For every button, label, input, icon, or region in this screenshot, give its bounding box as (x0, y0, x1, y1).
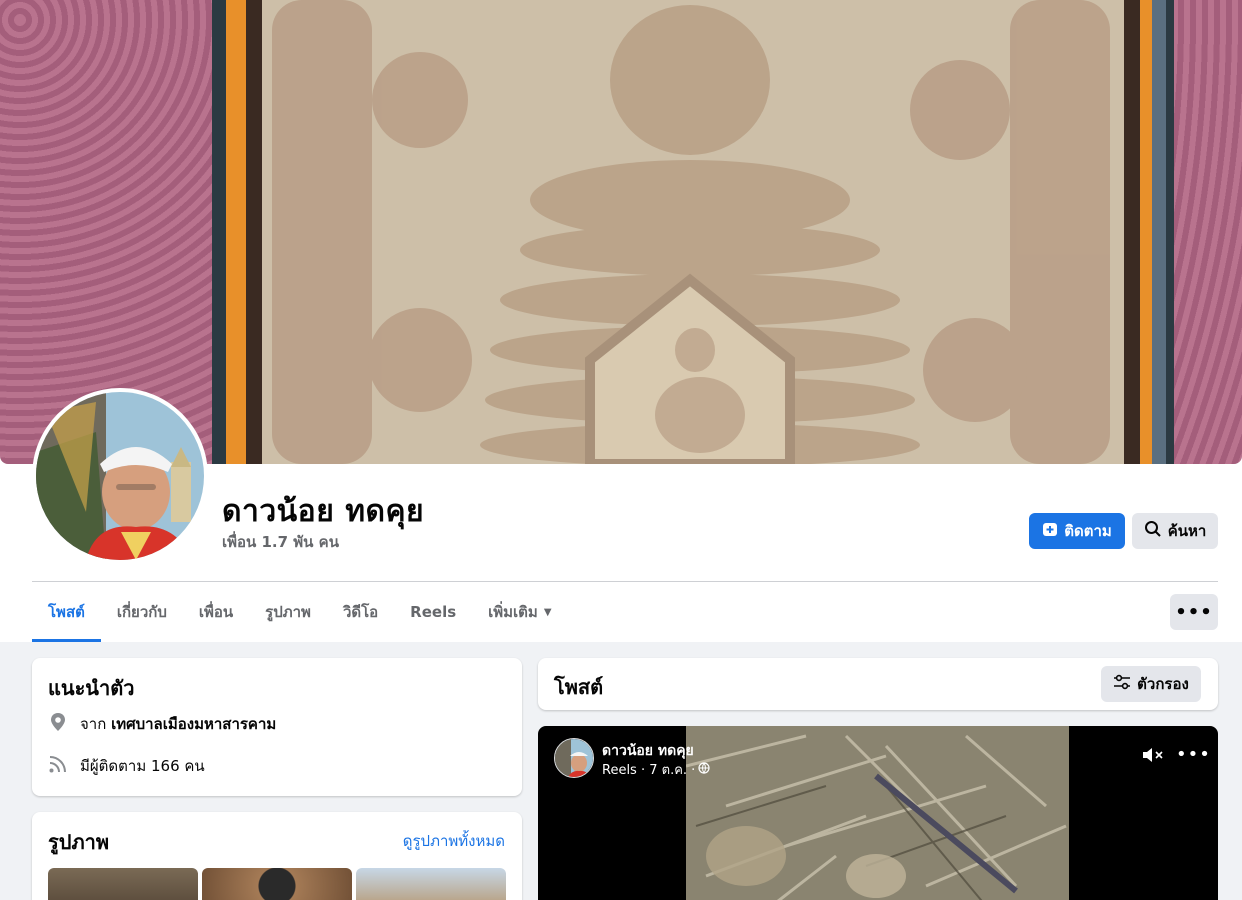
tab-more[interactable]: เพิ่มเติม ▼ (472, 582, 567, 642)
mute-icon[interactable] (1142, 746, 1164, 768)
profile-tabs: โพสต์ เกี่ยวกับ เพื่อน รูปภาพ วิดีโอ Ree… (32, 582, 568, 642)
photo-thumbnail[interactable] (202, 868, 352, 900)
tab-about[interactable]: เกี่ยวกับ (101, 582, 183, 642)
follow-button[interactable]: ติดตาม (1029, 513, 1125, 549)
search-label: ค้นหา (1167, 522, 1207, 540)
reel-meta: Reels · 7 ต.ค. · (602, 759, 710, 780)
follow-icon (1042, 521, 1058, 541)
cover-photo[interactable] (0, 0, 1242, 464)
sliders-icon (1113, 674, 1131, 694)
intro-hometown: จาก เทศบาลเมืองมหาสารคาม (48, 712, 276, 736)
profile-avatar[interactable] (32, 388, 208, 564)
profile-name: ดาวน้อย ทดคุย (222, 494, 425, 529)
profile-header: ดาวน้อย ทดคุย เพื่อน 1.7 พัน คน ติดตาม ค… (0, 0, 1242, 642)
more-icon: ••• (1175, 601, 1213, 623)
see-all-photos-link[interactable]: ดูรูปภาพทั้งหมด (403, 829, 505, 853)
caret-down-icon: ▼ (543, 606, 552, 618)
more-options-button[interactable]: ••• (1170, 594, 1218, 630)
intro-card: แนะนำตัว จาก เทศบาลเมืองมหาสารคาม มีผู้ต… (32, 658, 522, 796)
filter-button[interactable]: ตัวกรอง (1101, 666, 1201, 702)
photo-grid (48, 868, 506, 900)
hometown-link[interactable]: เทศบาลเมืองมหาสารคาม (111, 715, 276, 733)
photo-thumbnail[interactable] (356, 868, 506, 900)
reel-author-avatar[interactable] (554, 738, 594, 778)
reel-video[interactable] (685, 726, 1069, 900)
reel-post[interactable]: ดาวน้อย ทดคุย Reels · 7 ต.ค. · ••• (538, 726, 1218, 900)
search-icon (1144, 520, 1162, 542)
photos-title: รูปภาพ (48, 830, 110, 854)
post-options-icon[interactable]: ••• (1176, 744, 1211, 765)
search-profile-button[interactable]: ค้นหา (1132, 513, 1218, 549)
photos-card: รูปภาพ ดูรูปภาพทั้งหมด (32, 812, 522, 900)
intro-followers: มีผู้ติดตาม 166 คน (48, 754, 205, 778)
friends-count[interactable]: เพื่อน 1.7 พัน คน (222, 530, 339, 554)
tab-reels[interactable]: Reels (394, 582, 472, 642)
filter-label: ตัวกรอง (1137, 675, 1189, 693)
posts-title: โพสต์ (554, 675, 604, 699)
rss-icon (48, 754, 68, 778)
tab-videos[interactable]: วิดีโอ (327, 582, 394, 642)
globe-icon (698, 761, 710, 778)
followers-count[interactable]: มีผู้ติดตาม 166 คน (80, 754, 205, 778)
tab-photos[interactable]: รูปภาพ (249, 582, 327, 642)
tab-posts[interactable]: โพสต์ (32, 582, 101, 642)
photo-thumbnail[interactable] (48, 868, 198, 900)
intro-title: แนะนำตัว (48, 676, 135, 700)
follow-label: ติดตาม (1064, 522, 1112, 540)
location-pin-icon (48, 712, 68, 736)
posts-header-card: โพสต์ ตัวกรอง (538, 658, 1218, 710)
tab-friends[interactable]: เพื่อน (183, 582, 249, 642)
